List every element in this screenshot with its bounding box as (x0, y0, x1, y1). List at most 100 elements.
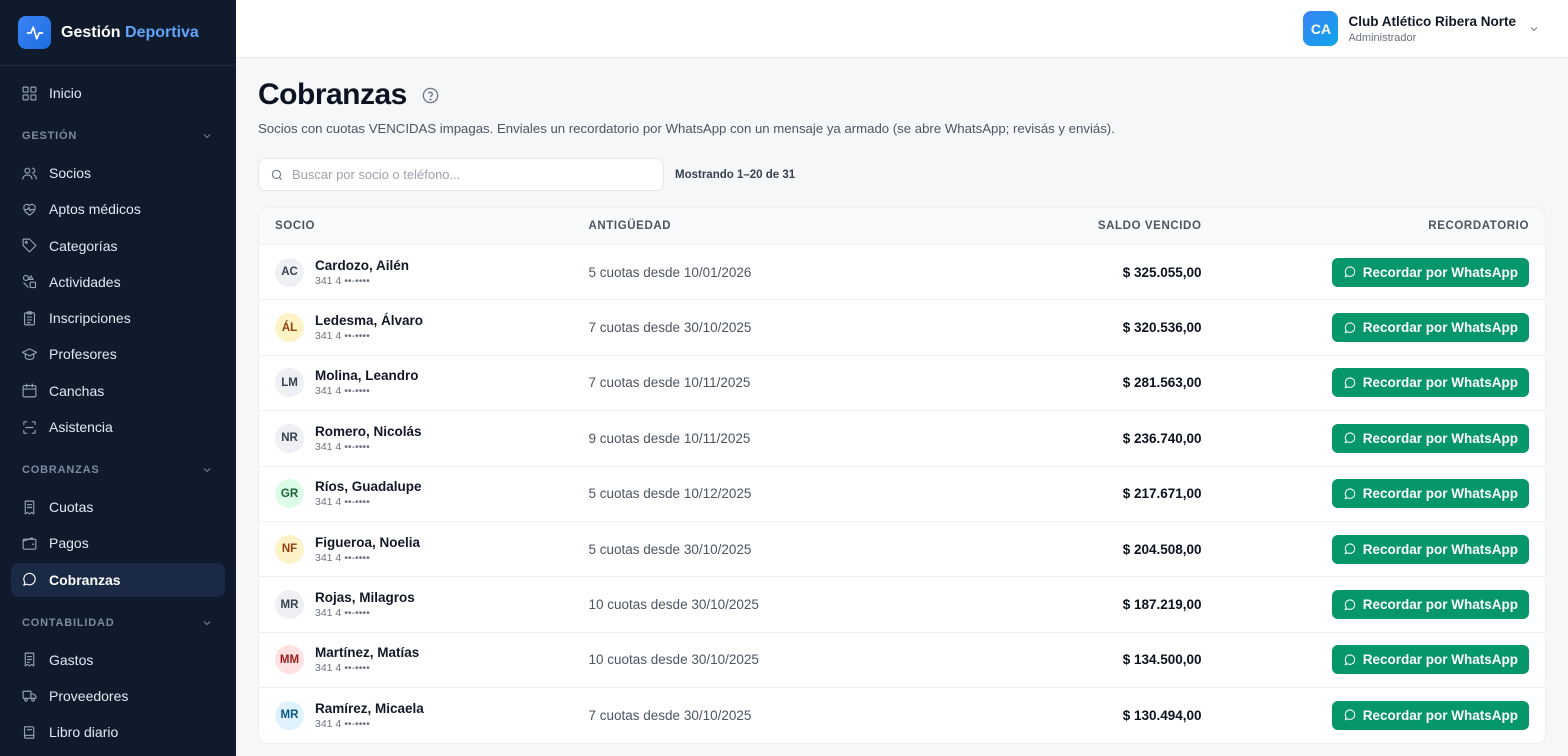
brand[interactable]: Gestión Deportiva (0, 0, 236, 66)
saldo-cell: $ 325.055,00 (1122, 264, 1202, 280)
user-name: Club Atlético Ribera Norte (1348, 13, 1516, 29)
sidebar-item-libro-diario[interactable]: Libro diario (11, 715, 225, 749)
socio-text: Molina, Leandro 341 4 ••-•••• (315, 368, 419, 397)
user-text: Club Atlético Ribera Norte Administrador (1348, 14, 1516, 44)
whatsapp-reminder-button[interactable]: Recordar por WhatsApp (1331, 257, 1529, 287)
truck-icon (22, 691, 37, 703)
button-label: Recordar por WhatsApp (1362, 264, 1518, 280)
main-content: Cobranzas Socios con cuotas VENCIDAS imp… (258, 58, 1546, 744)
sidebar-item-actividades[interactable]: Actividades (11, 265, 225, 299)
socio-text: Figueroa, Noelia 341 4 ••-•••• (315, 535, 420, 564)
socio-name[interactable]: Romero, Nicolás (315, 424, 422, 439)
socio-cell: MM Martínez, Matías 341 4 ••-•••• (259, 645, 589, 675)
antiguedad-cell: 5 cuotas desde 30/10/2025 (588, 541, 752, 557)
sidebar-item-label: Gastos (49, 651, 94, 668)
sidebar-item-asistencia[interactable]: Asistencia (11, 410, 225, 444)
brand-name: Gestión Deportiva (61, 24, 199, 42)
button-label: Recordar por WhatsApp (1362, 652, 1518, 668)
antiguedad-cell: 7 cuotas desde 30/10/2025 (588, 707, 752, 723)
sidebar-item-label: Inicio (49, 85, 82, 101)
sidebar-item-gastos[interactable]: Gastos (11, 643, 225, 677)
help-circle-icon[interactable] (421, 86, 440, 105)
search-input[interactable] (292, 167, 642, 182)
users-icon (22, 167, 37, 180)
socio-name[interactable]: Cardozo, Ailén (315, 258, 409, 273)
wallet-icon (22, 537, 37, 550)
socio-phone: 341 4 ••-•••• (315, 274, 370, 287)
search-box[interactable] (258, 158, 664, 191)
antiguedad-cell: 9 cuotas desde 10/11/2025 (588, 430, 751, 446)
sidebar-item-label: Libro diario (49, 724, 119, 741)
socio-avatar: GR (275, 479, 304, 509)
section-cobranzas[interactable]: COBRANZAS (11, 450, 225, 490)
socio-phone: 341 4 ••-•••• (315, 551, 370, 564)
sidebar-item-inicio[interactable]: Inicio (11, 76, 225, 110)
saldo-cell: $ 217.671,00 (1122, 486, 1202, 502)
antiguedad-cell: 10 cuotas desde 30/10/2025 (588, 652, 759, 668)
recordatorio-cell: Recordar por WhatsApp (1202, 368, 1545, 398)
sidebar-item-label: Pagos (49, 535, 89, 552)
socio-name[interactable]: Rojas, Milagros (315, 590, 415, 605)
socio-name[interactable]: Figueroa, Noelia (315, 535, 420, 550)
button-label: Recordar por WhatsApp (1362, 597, 1518, 613)
sidebar-item-canchas[interactable]: Canchas (11, 374, 225, 408)
socio-name[interactable]: Ríos, Guadalupe (315, 479, 422, 494)
whatsapp-reminder-button[interactable]: Recordar por WhatsApp (1331, 700, 1529, 730)
sidebar-item-proveedores[interactable]: Proveedores (11, 679, 225, 713)
column-header-antiguedad[interactable]: ANTIGÜEDAD (589, 220, 1008, 232)
button-label: Recordar por WhatsApp (1362, 430, 1518, 446)
cobranzas-table: SOCIO ANTIGÜEDAD SALDO VENCIDO RECORDATO… (258, 207, 1546, 744)
sidebar-item-inscripciones[interactable]: Inscripciones (11, 301, 225, 335)
whatsapp-reminder-button[interactable]: Recordar por WhatsApp (1331, 590, 1529, 620)
whatsapp-reminder-button[interactable]: Recordar por WhatsApp (1331, 368, 1529, 398)
socio-name[interactable]: Martínez, Matías (315, 645, 419, 660)
antiguedad-cell: 5 cuotas desde 10/12/2025 (588, 486, 752, 502)
user-menu[interactable]: CA Club Atlético Ribera Norte Administra… (1303, 11, 1540, 46)
message-circle-icon (1344, 322, 1355, 334)
socio-text: Ledesma, Álvaro 341 4 ••-•••• (315, 313, 423, 342)
receipt-icon (24, 500, 35, 515)
column-header-saldo[interactable]: SALDO VENCIDO (1008, 220, 1202, 232)
activity-shapes-icon (22, 275, 37, 289)
socio-phone: 341 4 ••-•••• (315, 440, 370, 453)
sidebar-item-pagos[interactable]: Pagos (11, 526, 225, 560)
section-gestion[interactable]: GESTIÓN (11, 116, 225, 156)
socio-name[interactable]: Ramírez, Micaela (315, 701, 424, 716)
whatsapp-reminder-button[interactable]: Recordar por WhatsApp (1331, 645, 1529, 675)
table-row: MR Rojas, Milagros 341 4 ••-•••• 10 cuot… (259, 576, 1545, 631)
whatsapp-reminder-button[interactable]: Recordar por WhatsApp (1331, 479, 1529, 509)
whatsapp-reminder-button[interactable]: Recordar por WhatsApp (1331, 423, 1529, 453)
pagination-summary: Mostrando 1–20 de 31 (675, 168, 796, 181)
sidebar-item-profesores[interactable]: Profesores (11, 337, 225, 371)
whatsapp-reminder-button[interactable]: Recordar por WhatsApp (1331, 534, 1529, 564)
socio-phone: 341 4 ••-•••• (315, 607, 370, 620)
sidebar-item-categorias[interactable]: Categorías (11, 229, 225, 263)
sidebar-item-cobranzas[interactable]: Cobranzas (11, 562, 225, 597)
title-row: Cobranzas (258, 78, 1546, 112)
socio-name[interactable]: Ledesma, Álvaro (315, 313, 423, 328)
toolbar: Mostrando 1–20 de 31 (258, 158, 1546, 191)
book-icon (23, 726, 35, 739)
column-header-socio[interactable]: SOCIO (259, 220, 589, 232)
recordatorio-cell: Recordar por WhatsApp (1202, 534, 1545, 564)
recordatorio-cell: Recordar por WhatsApp (1202, 700, 1545, 730)
clipboard-list-icon (23, 310, 36, 326)
socio-name[interactable]: Molina, Leandro (315, 368, 419, 383)
section-contabilidad[interactable]: CONTABILIDAD (11, 603, 225, 643)
sidebar-item-label: Inscripciones (49, 310, 131, 327)
search-icon (271, 169, 283, 180)
sidebar-item-socios[interactable]: Socios (11, 156, 225, 190)
tag-icon (22, 238, 37, 253)
sidebar-item-aptos-medicos[interactable]: Aptos médicos (11, 192, 225, 226)
table-body: AC Cardozo, Ailén 341 4 ••-•••• 5 cuotas… (259, 244, 1545, 743)
socio-cell: NF Figueroa, Noelia 341 4 ••-•••• (259, 534, 589, 564)
socio-cell: ÁL Ledesma, Álvaro 341 4 ••-•••• (259, 313, 589, 343)
whatsapp-reminder-button[interactable]: Recordar por WhatsApp (1331, 313, 1529, 343)
message-circle-icon (1344, 709, 1355, 721)
message-circle-icon (1344, 488, 1355, 500)
socio-avatar: MR (275, 700, 304, 730)
chevron-down-icon (203, 134, 211, 139)
socio-avatar: MM (275, 645, 304, 675)
sidebar-item-cuotas[interactable]: Cuotas (11, 490, 225, 524)
message-circle-icon (1344, 432, 1355, 444)
